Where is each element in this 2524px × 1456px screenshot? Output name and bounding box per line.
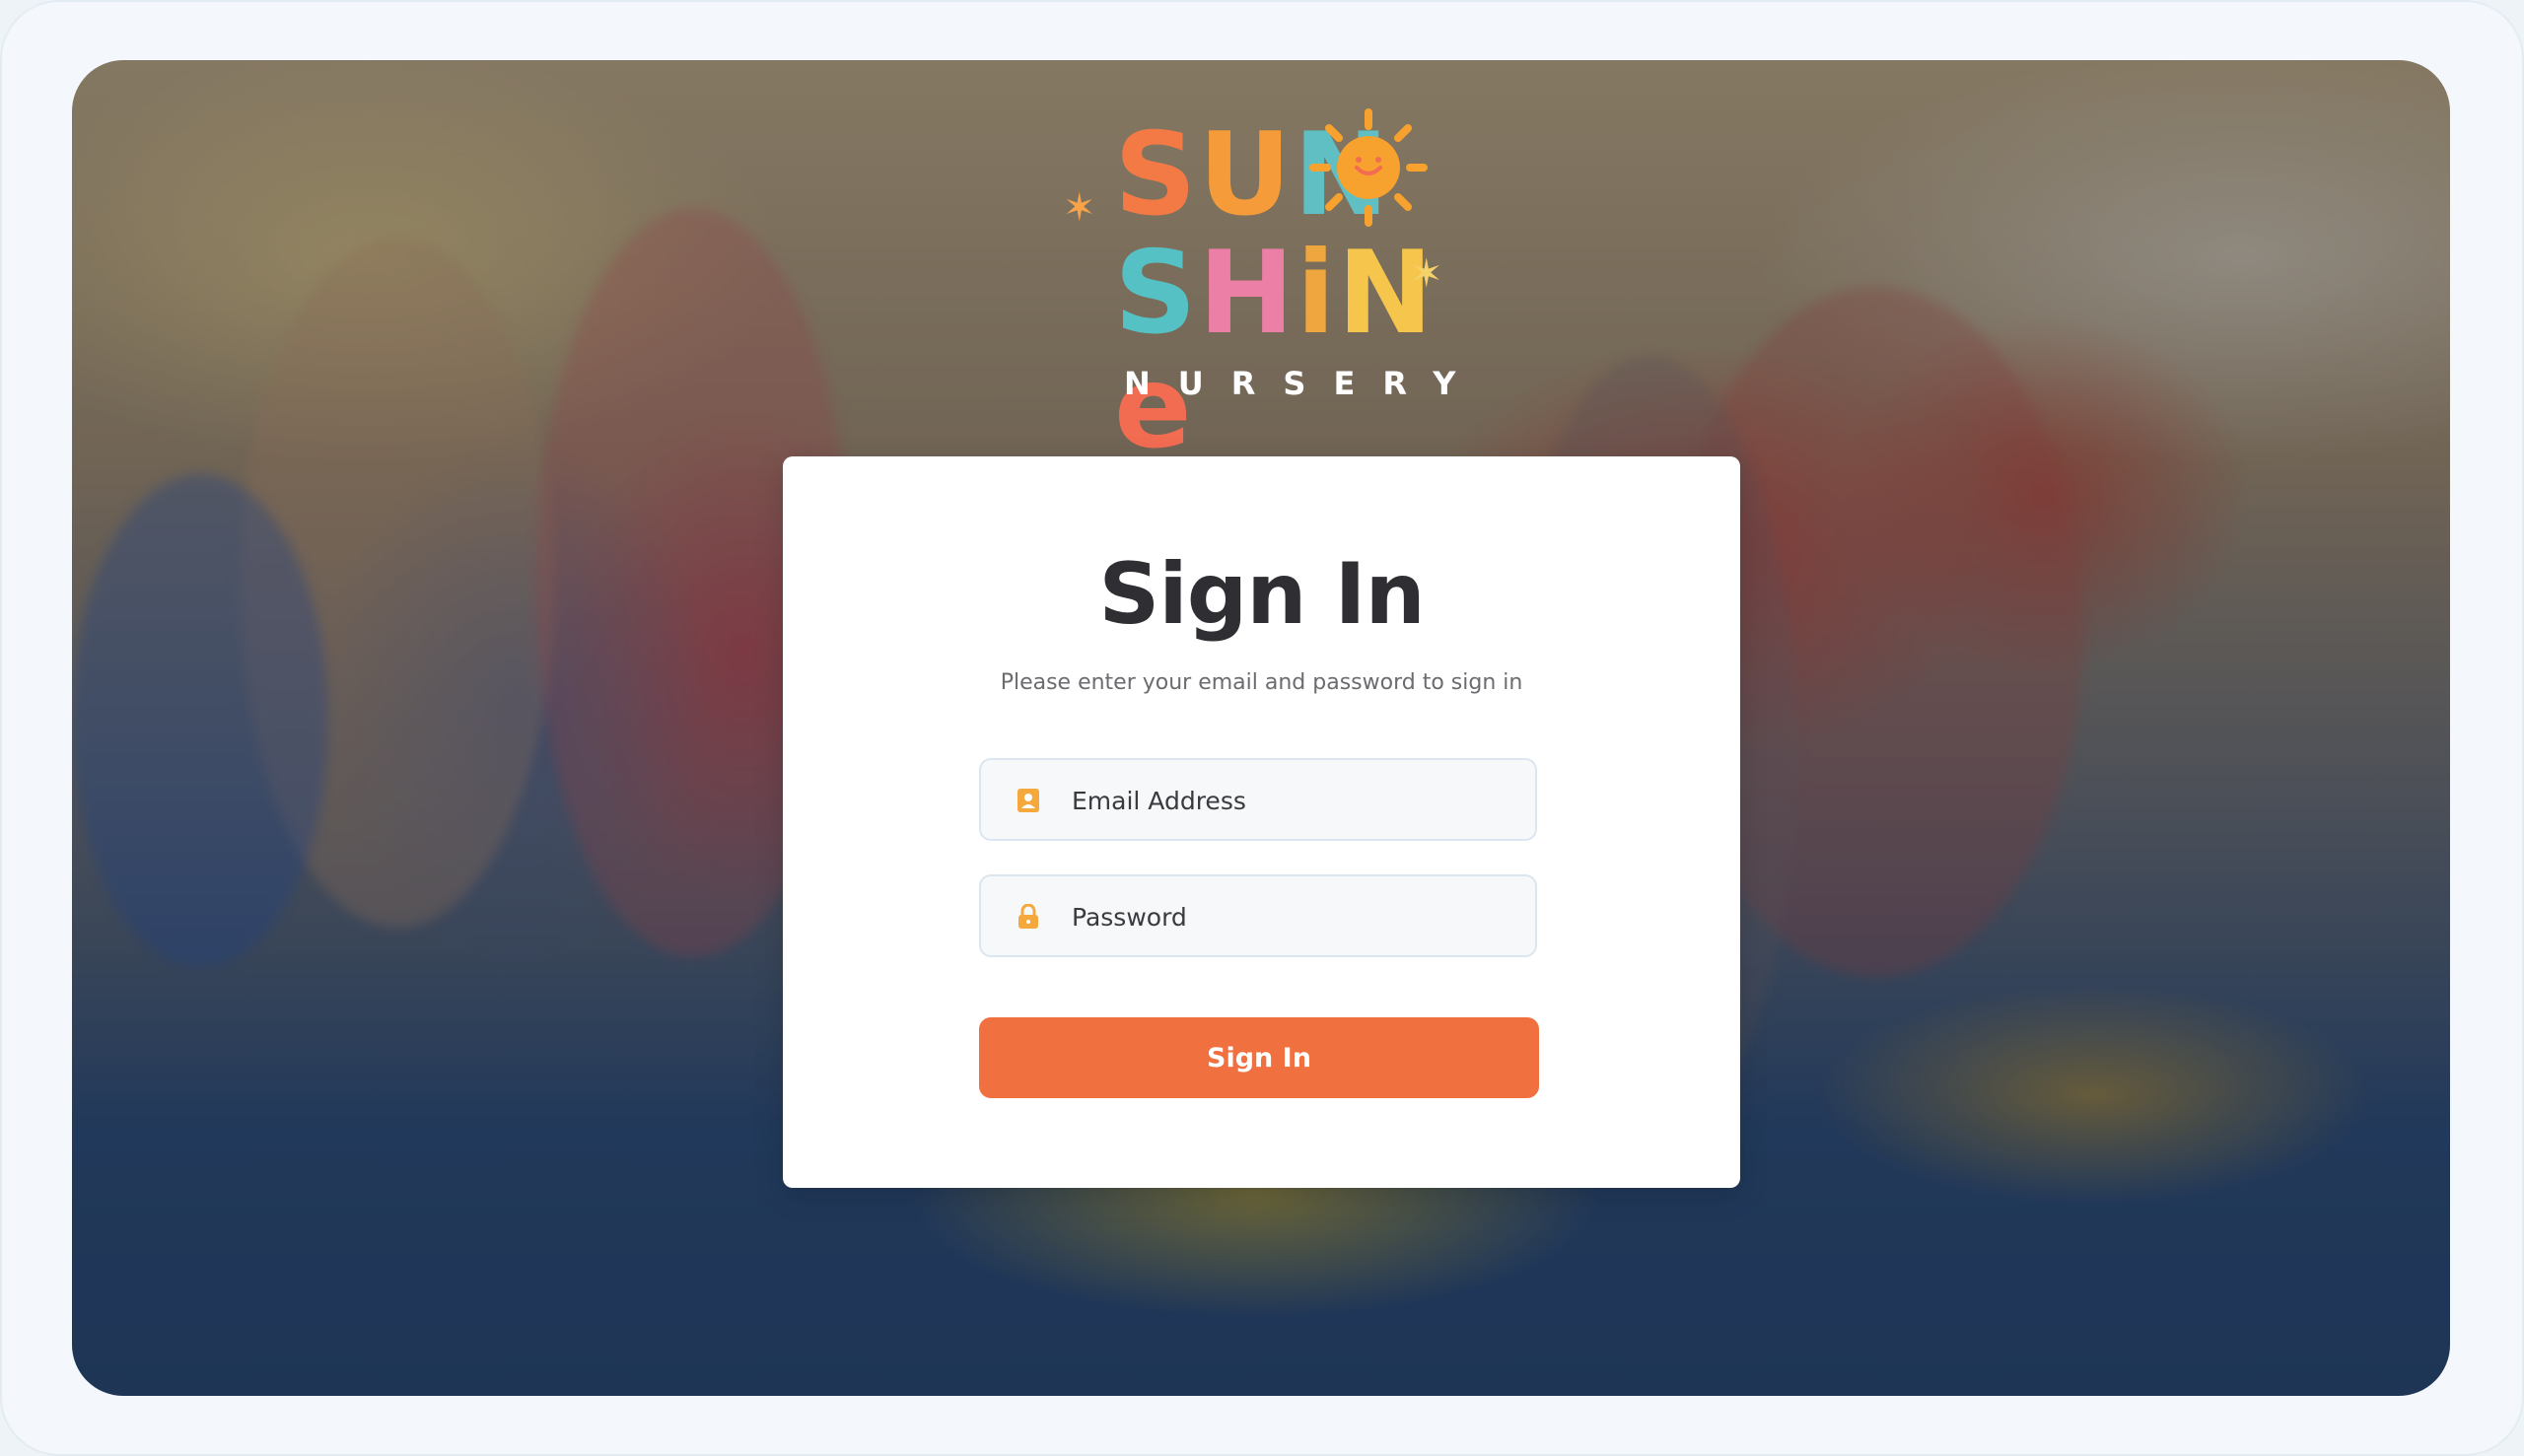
sign-in-instructions: Please enter your email and password to … [1000, 670, 1523, 695]
logo-letter: S [1114, 227, 1199, 360]
logo-letter: S [1114, 108, 1199, 242]
logo-letter: U [1198, 108, 1294, 242]
sparkle-icon: ✶ [1410, 251, 1443, 297]
email-input[interactable] [1070, 760, 1517, 841]
logo-letter: H [1198, 227, 1297, 360]
lock-icon [1018, 904, 1038, 929]
user-badge-icon [1017, 789, 1039, 812]
page-title: Sign In [1098, 545, 1425, 644]
sunshine-nursery-logo: SUN SHiNe ✶ ✶ NURSERY [1045, 99, 1479, 465]
password-input[interactable] [1070, 876, 1517, 957]
logo-letter: i [1296, 227, 1338, 360]
email-field[interactable] [979, 758, 1537, 841]
sun-icon [1309, 108, 1428, 227]
sparkle-icon: ✶ [1063, 185, 1096, 231]
photo-child-1 [240, 238, 555, 928]
password-field[interactable] [979, 874, 1537, 957]
photo-blue-box [72, 474, 328, 967]
sign-in-button[interactable]: Sign In [979, 1017, 1539, 1098]
logo-subtitle: NURSERY [1124, 365, 1484, 402]
app-frame: SUN SHiNe ✶ ✶ NURSERY Sign In [0, 0, 2524, 1456]
sign-in-card: Sign In Please enter your email and pass… [783, 456, 1740, 1188]
